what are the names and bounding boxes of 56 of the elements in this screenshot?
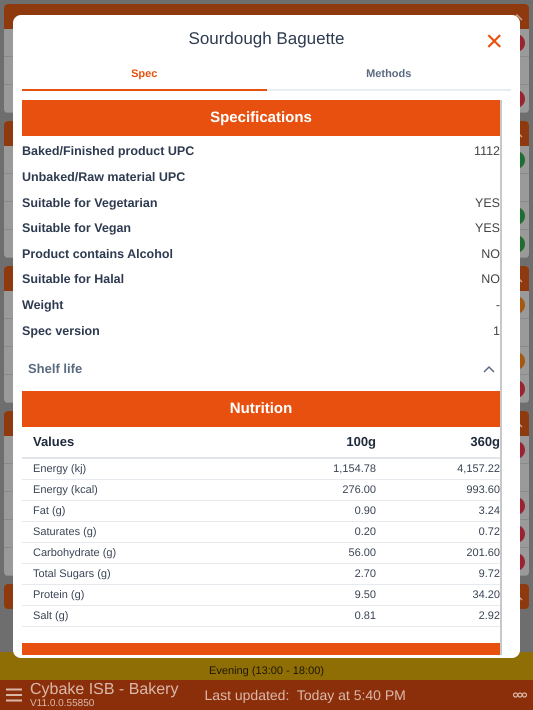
table-cell-text: 34.20 <box>471 588 500 602</box>
tab[interactable]: Spec <box>22 60 266 91</box>
table-cell-text: Saturates (g) <box>33 524 98 540</box>
modal-title: Sourdough Baguette <box>188 28 344 50</box>
table-cell-text: 0.72 <box>478 524 500 540</box>
table-cell-text: 56.00 <box>347 546 376 560</box>
spec-value: YES <box>474 194 500 212</box>
chevron-up-icon[interactable] <box>483 364 495 373</box>
table-cell-text: 2.92 <box>478 608 500 624</box>
column-header: Values <box>33 433 76 451</box>
spec-value: YES <box>474 220 500 238</box>
spec-value: 1 <box>493 322 500 340</box>
tab[interactable]: Methods <box>266 60 511 91</box>
spec-label: Spec version <box>22 322 100 340</box>
spec-label: Suitable for Vegetarian <box>22 194 158 212</box>
column-header: 360g <box>469 433 500 451</box>
table-cell-text: 3.24 <box>478 504 500 518</box>
table-cell-text: Carbohydrate (g) <box>33 546 118 560</box>
spec-value: 1112 <box>474 143 500 160</box>
more-icon[interactable] <box>513 692 527 698</box>
spec-value: NO <box>481 246 500 263</box>
table-cell-text: 2.70 <box>354 566 376 582</box>
table-cell-text: Total Sugars (g) <box>33 566 112 582</box>
table-cell-text: Energy (kcal) <box>33 482 99 498</box>
last-updated-text: Last updated: Today at 5:40 PM <box>204 686 406 705</box>
table-cell-text: 9.72 <box>478 566 500 582</box>
table-cell-text: 0.90 <box>354 504 376 518</box>
spec-label: Product contains Alcohol <box>22 246 173 263</box>
table-cell-text: Salt (g) <box>33 608 70 624</box>
spec-value: NO <box>481 271 500 288</box>
app-name: Cybake ISB - Bakery <box>30 682 178 698</box>
version-text: V11.0.0.55850 <box>30 698 96 708</box>
shelf-life-header[interactable]: Shelf life <box>22 346 500 391</box>
table-cell-text: 9.50 <box>354 588 376 602</box>
table-cell-text: 1,154.78 <box>332 462 376 476</box>
spec-label: Baked/Finished product UPC <box>22 143 194 160</box>
section-heading: Nutrition <box>22 390 500 427</box>
spec-label: Weight <box>22 296 64 314</box>
table-cell-text: 0.20 <box>354 524 376 540</box>
column-header: 100g <box>345 433 376 451</box>
spec-label: Suitable for Vegan <box>22 220 132 238</box>
close-button[interactable]: × <box>485 27 503 57</box>
table-cell-text: Energy (kj) <box>33 462 88 476</box>
table-cell-text: 993.60 <box>465 482 500 498</box>
spec-label: Suitable for Halal <box>22 271 124 288</box>
table-cell-text: 0.81 <box>354 608 376 624</box>
table-cell-text: 276.00 <box>341 482 376 498</box>
delivery-slot: Evening (13:00 - 18:00) <box>209 665 324 680</box>
table-cell-text: 201.60 <box>465 546 500 560</box>
table-cell-text: Fat (g) <box>33 504 66 518</box>
table-cell-text: 4,157.22 <box>456 462 500 476</box>
table-cell-text: Protein (g) <box>33 588 86 602</box>
spec-value: - <box>496 296 500 314</box>
menu-icon[interactable] <box>6 688 22 702</box>
spec-label: Unbaked/Raw material UPC <box>22 169 186 186</box>
section-heading: Specifications <box>22 100 500 136</box>
